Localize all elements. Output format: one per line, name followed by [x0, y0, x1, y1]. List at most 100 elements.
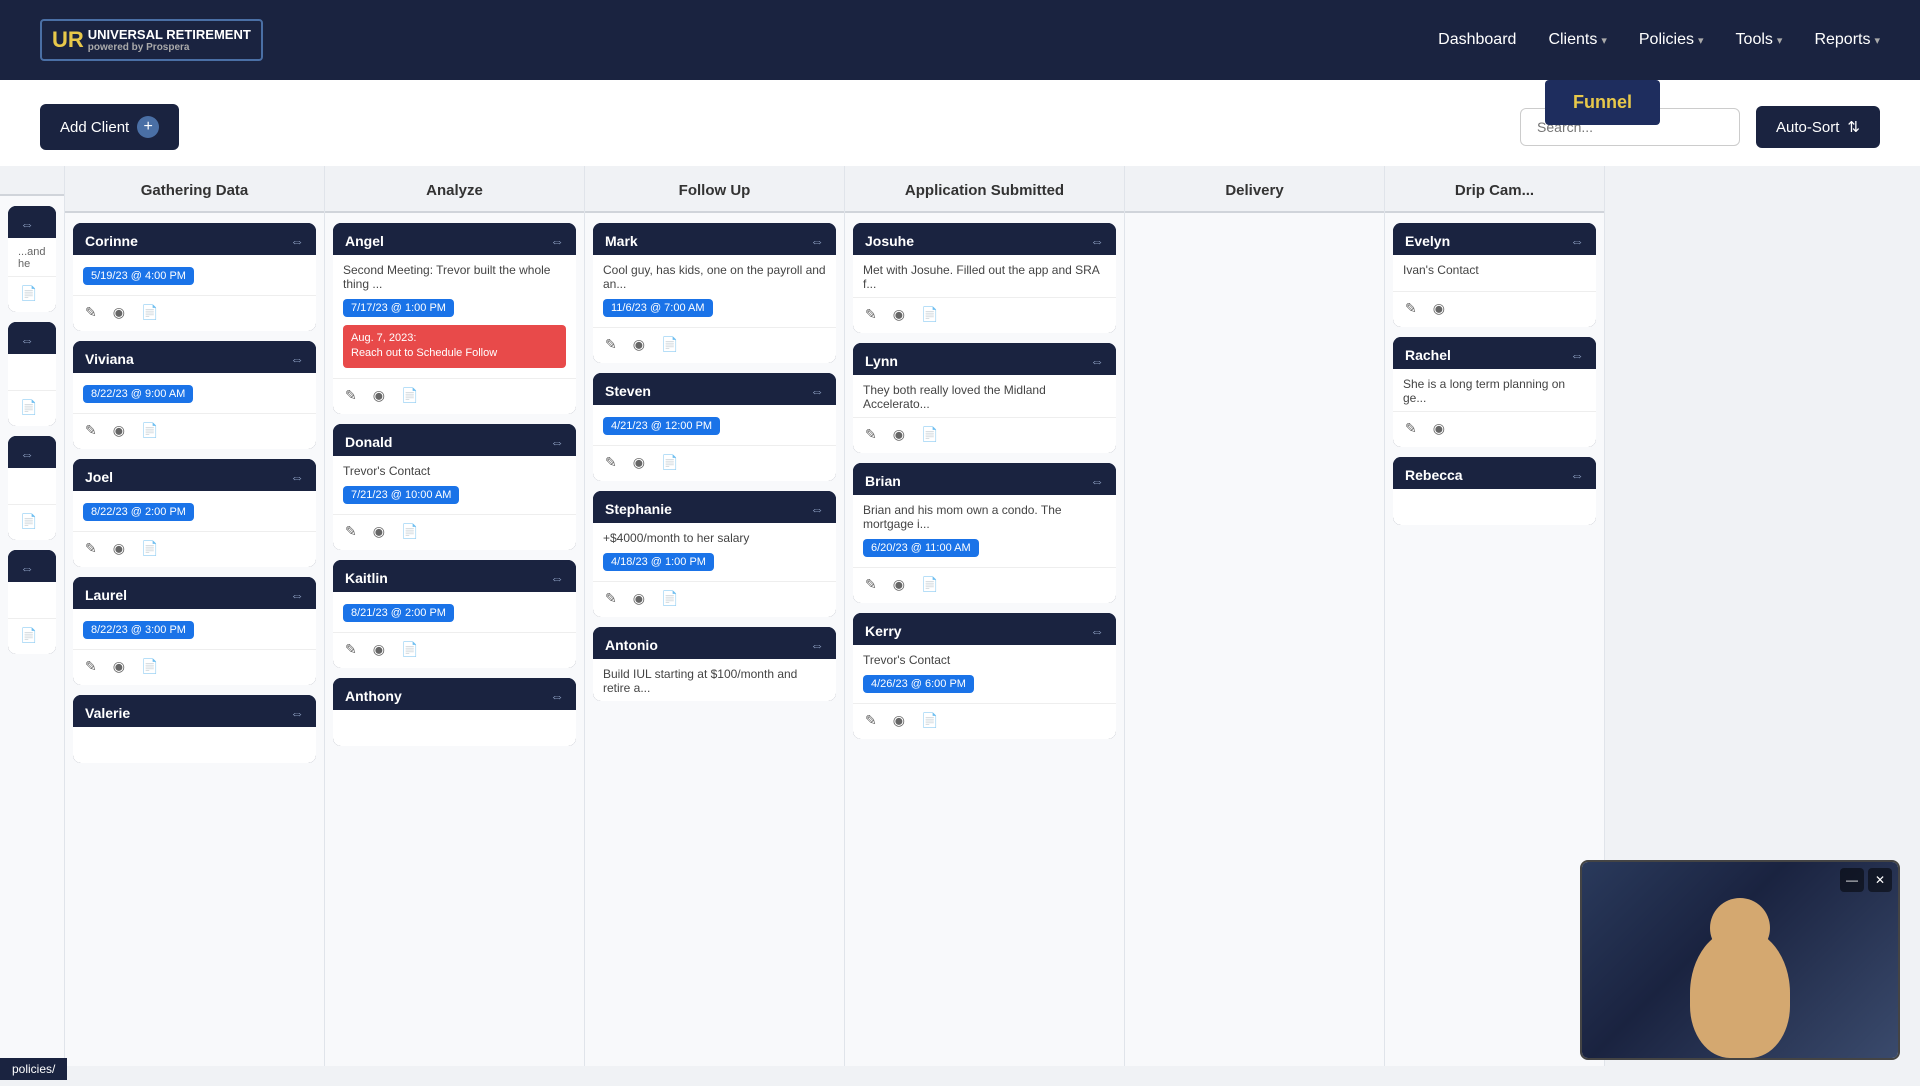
eye-icon[interactable]: ◉: [1431, 418, 1447, 439]
eye-icon[interactable]: ◉: [631, 588, 647, 609]
move-icon[interactable]: ⇔: [550, 688, 564, 704]
eye-icon[interactable]: ◉: [371, 639, 387, 660]
column-gathering-data-header: Gathering Data: [65, 166, 324, 213]
pencil-icon[interactable]: ✎: [83, 420, 99, 441]
pencil-icon[interactable]: ✎: [863, 424, 879, 445]
eye-icon[interactable]: ◉: [111, 302, 127, 323]
pencil-icon[interactable]: ✎: [83, 538, 99, 559]
eye-icon[interactable]: ◉: [631, 452, 647, 473]
eye-icon[interactable]: ◉: [1431, 298, 1447, 319]
add-client-button[interactable]: Add Client +: [40, 104, 179, 150]
move-icon[interactable]: ⇔: [550, 233, 564, 249]
move-icon[interactable]: ⇔: [1090, 233, 1104, 249]
move-icon[interactable]: ⇔: [1570, 347, 1584, 363]
doc-icon[interactable]: 📄: [399, 385, 420, 406]
doc-icon[interactable]: 📄: [919, 710, 940, 731]
pencil-icon[interactable]: ✎: [603, 452, 619, 473]
card-body: ...and he: [8, 238, 56, 276]
eye-icon[interactable]: ◉: [371, 521, 387, 542]
close-video-button[interactable]: ✕: [1868, 868, 1892, 892]
pencil-icon[interactable]: ✎: [863, 304, 879, 325]
client-name: Lynn: [865, 353, 898, 369]
doc-icon[interactable]: 📄: [139, 420, 160, 441]
move-icon[interactable]: ⇔: [290, 587, 304, 603]
doc-icon[interactable]: 📄: [919, 574, 940, 595]
pencil-icon[interactable]: ✎: [863, 574, 879, 595]
eye-icon[interactable]: ◉: [371, 385, 387, 406]
pencil-icon[interactable]: ✎: [343, 521, 359, 542]
pencil-icon[interactable]: ✎: [603, 588, 619, 609]
move-icon[interactable]: ⇔: [550, 570, 564, 586]
eye-icon[interactable]: ◉: [891, 424, 907, 445]
pencil-icon[interactable]: ✎: [1403, 298, 1419, 319]
eye-icon[interactable]: ◉: [111, 538, 127, 559]
doc-icon[interactable]: 📄: [659, 334, 680, 355]
doc-icon[interactable]: 📄: [919, 424, 940, 445]
eye-icon[interactable]: ◉: [891, 710, 907, 731]
pencil-icon[interactable]: ✎: [83, 656, 99, 677]
move-icon[interactable]: ⇔: [810, 637, 824, 653]
move-icon[interactable]: ⇔: [20, 560, 34, 576]
doc-icon[interactable]: 📄: [139, 656, 160, 677]
doc-icon[interactable]: 📄: [399, 639, 420, 660]
client-name: Rachel: [1405, 347, 1451, 363]
move-icon[interactable]: ⇔: [290, 469, 304, 485]
funnel-label[interactable]: Funnel: [1573, 92, 1632, 112]
pencil-icon[interactable]: ✎: [603, 334, 619, 355]
list-item: ⇔ 📄: [8, 550, 56, 654]
doc-icon[interactable]: 📄: [919, 304, 940, 325]
column-analyze: Analyze Angel ⇔ Second Meeting: Trevor b…: [325, 166, 585, 1066]
reports-chevron-icon: ▾: [1874, 34, 1880, 47]
nav-clients[interactable]: Clients ▾: [1548, 31, 1606, 49]
move-icon[interactable]: ⇔: [290, 351, 304, 367]
card-actions: ✎ ◉: [1393, 291, 1596, 327]
eye-icon[interactable]: ◉: [111, 656, 127, 677]
eye-icon[interactable]: ◉: [631, 334, 647, 355]
client-name: Mark: [605, 233, 638, 249]
nav-dashboard[interactable]: Dashboard: [1438, 31, 1516, 49]
funnel-dropdown[interactable]: Funnel: [1545, 80, 1660, 125]
doc-icon[interactable]: 📄: [139, 538, 160, 559]
doc-icon[interactable]: 📄: [18, 625, 39, 646]
eye-icon[interactable]: ◉: [891, 304, 907, 325]
autosort-label: Auto-Sort: [1776, 119, 1839, 136]
doc-icon[interactable]: 📄: [399, 521, 420, 542]
pencil-icon[interactable]: ✎: [863, 710, 879, 731]
eye-icon[interactable]: ◉: [891, 574, 907, 595]
doc-icon[interactable]: 📄: [659, 452, 680, 473]
doc-icon[interactable]: 📄: [18, 397, 39, 418]
nav-reports[interactable]: Reports ▾: [1814, 31, 1880, 49]
card-body: +$4000/month to her salary 4/18/23 @ 1:0…: [593, 523, 836, 581]
eye-icon[interactable]: ◉: [111, 420, 127, 441]
move-icon[interactable]: ⇔: [290, 233, 304, 249]
pencil-icon[interactable]: ✎: [343, 639, 359, 660]
minimize-video-button[interactable]: —: [1840, 868, 1864, 892]
move-icon[interactable]: ⇔: [810, 233, 824, 249]
card-body: They both really loved the Midland Accel…: [853, 375, 1116, 417]
move-icon[interactable]: ⇔: [20, 216, 34, 232]
doc-icon[interactable]: 📄: [659, 588, 680, 609]
doc-icon[interactable]: 📄: [18, 283, 39, 304]
move-icon[interactable]: ⇔: [20, 446, 34, 462]
move-icon[interactable]: ⇔: [1090, 623, 1104, 639]
client-name: Josuhe: [865, 233, 914, 249]
pencil-icon[interactable]: ✎: [1403, 418, 1419, 439]
doc-icon[interactable]: 📄: [18, 511, 39, 532]
move-icon[interactable]: ⇔: [290, 705, 304, 721]
status-bar: policies/: [0, 1058, 67, 1080]
move-icon[interactable]: ⇔: [810, 501, 824, 517]
nav-policies[interactable]: Policies ▾: [1639, 31, 1704, 49]
move-icon[interactable]: ⇔: [1570, 233, 1584, 249]
move-icon[interactable]: ⇔: [1090, 353, 1104, 369]
pencil-icon[interactable]: ✎: [83, 302, 99, 323]
autosort-button[interactable]: Auto-Sort ⇅: [1756, 106, 1880, 148]
move-icon[interactable]: ⇔: [550, 434, 564, 450]
move-icon[interactable]: ⇔: [1090, 473, 1104, 489]
doc-icon[interactable]: 📄: [139, 302, 160, 323]
move-icon[interactable]: ⇔: [1570, 467, 1584, 483]
nav-tools[interactable]: Tools ▾: [1736, 31, 1783, 49]
card-body: [333, 710, 576, 746]
move-icon[interactable]: ⇔: [810, 383, 824, 399]
move-icon[interactable]: ⇔: [20, 332, 34, 348]
pencil-icon[interactable]: ✎: [343, 385, 359, 406]
